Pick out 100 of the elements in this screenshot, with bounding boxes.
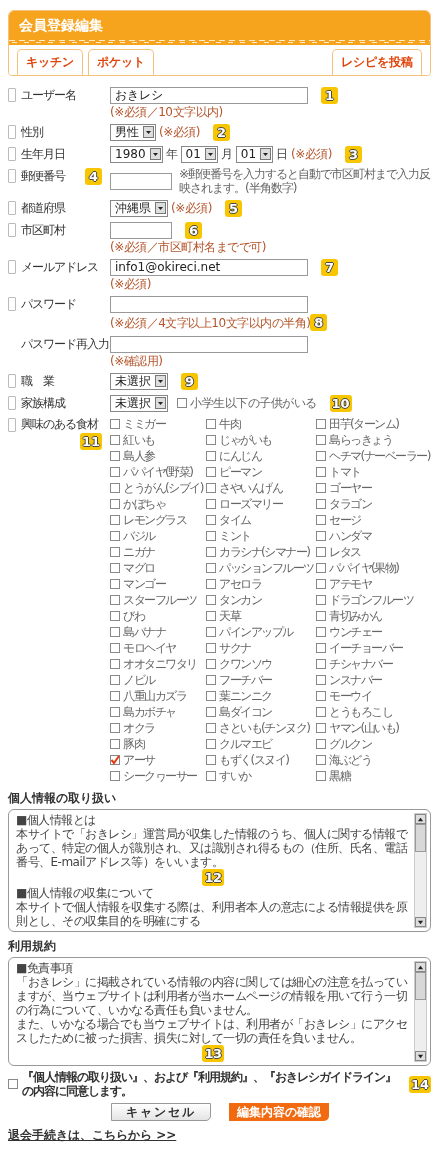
dropdown[interactable]: 01 bbox=[235, 145, 274, 163]
checkbox[interactable] bbox=[206, 723, 216, 733]
checkbox[interactable] bbox=[8, 1079, 18, 1089]
checkbox[interactable] bbox=[110, 547, 120, 557]
scrollbar[interactable] bbox=[414, 961, 427, 1062]
checkbox[interactable] bbox=[206, 531, 216, 541]
checkbox[interactable] bbox=[110, 723, 120, 733]
dropdown[interactable]: 沖縄県 bbox=[110, 199, 168, 217]
checkbox[interactable] bbox=[316, 675, 326, 685]
cancel-button[interactable]: キャンセル bbox=[110, 1103, 211, 1121]
checkbox[interactable] bbox=[206, 611, 216, 621]
checkbox[interactable] bbox=[316, 643, 326, 653]
checkbox[interactable] bbox=[110, 611, 120, 621]
checkbox[interactable] bbox=[206, 451, 216, 461]
checkbox[interactable] bbox=[316, 435, 326, 445]
checkbox[interactable] bbox=[110, 659, 120, 669]
withdraw-link[interactable]: 退会手続きは、こちらから >> bbox=[8, 1127, 177, 1144]
checkbox[interactable] bbox=[110, 515, 120, 525]
scroll-thumb[interactable] bbox=[415, 972, 426, 1000]
checkbox[interactable] bbox=[110, 595, 120, 605]
checkbox[interactable] bbox=[110, 435, 120, 445]
checkbox[interactable] bbox=[206, 435, 216, 445]
checkbox[interactable] bbox=[177, 398, 187, 408]
checkbox[interactable] bbox=[316, 595, 326, 605]
text-field[interactable] bbox=[110, 221, 172, 239]
checkbox[interactable] bbox=[316, 419, 326, 429]
checkbox[interactable] bbox=[316, 611, 326, 621]
checkbox[interactable] bbox=[206, 691, 216, 701]
checkbox[interactable] bbox=[110, 563, 120, 573]
checkbox[interactable] bbox=[206, 771, 216, 781]
checkbox[interactable] bbox=[110, 499, 120, 509]
checkbox[interactable] bbox=[206, 547, 216, 557]
checkbox[interactable] bbox=[110, 691, 120, 701]
dropdown[interactable]: 男性 bbox=[110, 123, 156, 141]
dropdown[interactable]: 1980 bbox=[110, 145, 163, 163]
checkbox[interactable] bbox=[206, 595, 216, 605]
nav-tab[interactable]: レシピを投稿 bbox=[332, 49, 422, 75]
checkbox[interactable] bbox=[110, 707, 120, 717]
checkbox[interactable] bbox=[206, 739, 216, 749]
checkbox[interactable] bbox=[316, 451, 326, 461]
checkbox[interactable] bbox=[206, 579, 216, 589]
checkbox[interactable] bbox=[316, 707, 326, 717]
checkbox[interactable] bbox=[316, 739, 326, 749]
checkbox[interactable] bbox=[206, 659, 216, 669]
text-field[interactable] bbox=[110, 172, 172, 190]
checkbox[interactable] bbox=[110, 467, 120, 477]
dropdown[interactable]: 未選択 bbox=[110, 372, 168, 390]
checkbox[interactable] bbox=[316, 483, 326, 493]
text-field[interactable]: info1@okireci.net bbox=[110, 258, 308, 276]
scroll-down-icon[interactable] bbox=[417, 918, 424, 926]
checkbox[interactable] bbox=[316, 691, 326, 701]
checkbox[interactable] bbox=[110, 419, 120, 429]
checkbox[interactable] bbox=[316, 547, 326, 557]
checkbox[interactable] bbox=[206, 643, 216, 653]
checkbox[interactable] bbox=[206, 707, 216, 717]
checkbox[interactable] bbox=[316, 755, 326, 765]
checkbox[interactable] bbox=[206, 483, 216, 493]
checkbox[interactable] bbox=[316, 627, 326, 637]
checkbox[interactable] bbox=[110, 675, 120, 685]
scrollbar[interactable] bbox=[414, 813, 427, 928]
option-label: 島カボチャ bbox=[123, 703, 176, 721]
checkbox[interactable] bbox=[316, 659, 326, 669]
checkbox[interactable] bbox=[316, 771, 326, 781]
checkbox[interactable] bbox=[206, 515, 216, 525]
checkbox[interactable] bbox=[110, 579, 120, 589]
checkbox[interactable] bbox=[206, 755, 216, 765]
checkbox[interactable] bbox=[316, 515, 326, 525]
checkbox[interactable] bbox=[316, 467, 326, 477]
scroll-thumb[interactable] bbox=[415, 824, 426, 852]
checkbox[interactable] bbox=[110, 627, 120, 637]
checkbox[interactable] bbox=[110, 531, 120, 541]
scroll-down-icon[interactable] bbox=[417, 1052, 424, 1060]
checkbox[interactable] bbox=[206, 467, 216, 477]
checkbox[interactable] bbox=[316, 563, 326, 573]
checkbox[interactable] bbox=[110, 739, 120, 749]
nav-tab[interactable]: ポケット bbox=[88, 49, 154, 75]
checkbox[interactable] bbox=[110, 643, 120, 653]
text-field[interactable] bbox=[110, 335, 308, 353]
checkbox[interactable] bbox=[316, 723, 326, 733]
scroll-up-icon[interactable] bbox=[417, 815, 424, 823]
checkbox[interactable] bbox=[206, 563, 216, 573]
nav-tab[interactable]: キッチン bbox=[17, 49, 83, 75]
checkbox[interactable] bbox=[110, 483, 120, 493]
checkbox[interactable] bbox=[316, 499, 326, 509]
checkbox[interactable] bbox=[316, 531, 326, 541]
checkbox[interactable] bbox=[206, 499, 216, 509]
text-box[interactable]: ■個人情報とは 本サイトで「おきレシ」運営局が収集した情報のうち、個人に関する情報であって、特定の個人が識別され、又は識別され得るもの（住所、氏名、電話番号、E-mailアドレス等）をいいます。 12 ■個人情報の収集について 本サイトで個人情報を収集する際は、利用者本人の意志による情報提供を原則とし、その収集目的を明確にする bbox=[8, 809, 431, 932]
checkbox[interactable] bbox=[110, 755, 120, 765]
text-box[interactable]: ■免責事項 「おきレシ」に掲載されている情報の内容に関しては細心の注意を払っていますが、当ウェブサイトは利用者が当ホームページの情報を用いて行う一切の行為について、いかなる責任も負いません。 また、いかなる場合でも当ウェブサイトは、利用者が「おきレシ」にアクセスしたために被った損害、損失に対して一切の責任を負いません。 13 bbox=[8, 957, 431, 1066]
checkbox[interactable] bbox=[206, 675, 216, 685]
dropdown[interactable]: 未選択 bbox=[110, 394, 168, 412]
checkbox[interactable] bbox=[206, 627, 216, 637]
checkbox[interactable] bbox=[316, 579, 326, 589]
text-field[interactable] bbox=[110, 295, 308, 313]
text-field[interactable]: おきレシ bbox=[110, 86, 308, 104]
scroll-up-icon[interactable] bbox=[417, 963, 424, 971]
checkbox[interactable] bbox=[110, 451, 120, 461]
checkbox[interactable] bbox=[206, 419, 216, 429]
dropdown[interactable]: 01 bbox=[180, 145, 218, 163]
checkbox[interactable] bbox=[110, 771, 120, 781]
